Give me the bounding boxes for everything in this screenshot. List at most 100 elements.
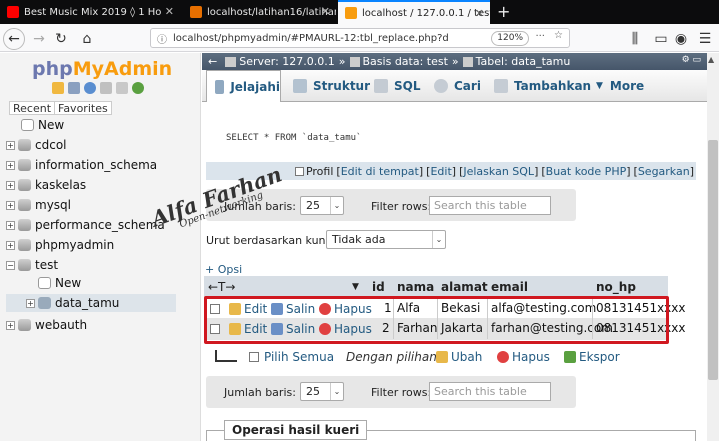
- tree-item-kaskelas[interactable]: + kaskelas: [6, 176, 200, 194]
- sort-arrow-icon[interactable]: ▼: [352, 276, 359, 297]
- phpmyadmin-icon: [345, 7, 357, 19]
- close-tab-icon[interactable]: ✕: [475, 7, 484, 20]
- account-icon[interactable]: ◉: [670, 28, 692, 50]
- tree-item-test[interactable]: − test: [6, 256, 200, 274]
- breadcrumb-separator: »: [338, 55, 346, 68]
- tab-search[interactable]: Cari: [428, 70, 481, 102]
- filter-rows-input[interactable]: Search this table: [429, 382, 551, 401]
- column-header-email[interactable]: email: [491, 276, 528, 297]
- home-icon[interactable]: [52, 82, 64, 94]
- profile-checkbox[interactable]: [294, 166, 304, 176]
- edit-link[interactable]: Edit: [430, 165, 451, 178]
- tree-item-webauth[interactable]: + webauth: [6, 316, 200, 334]
- exit-icon[interactable]: [68, 82, 80, 94]
- select-all-checkbox[interactable]: [249, 352, 259, 362]
- database-icon: [18, 179, 31, 191]
- tab-sql[interactable]: SQL: [368, 70, 421, 102]
- menu-icon[interactable]: ☰: [694, 28, 716, 50]
- database-icon: [349, 56, 360, 67]
- browser-tab-phpmyadmin[interactable]: localhost / 127.0.0.1 / test / dat ✕: [338, 0, 490, 24]
- zoom-level[interactable]: 120%: [491, 31, 529, 46]
- collapse-arrow-icon[interactable]: ←: [208, 55, 217, 68]
- sql-query-box: SELECT * FROM `data_tamu`: [206, 112, 696, 158]
- breadcrumb-separator: »: [451, 55, 459, 68]
- sql-icon: [374, 79, 388, 93]
- with-selected-label: Dengan pilihan:: [346, 350, 441, 364]
- reload-nav-icon[interactable]: [132, 82, 144, 94]
- settings-icon[interactable]: [116, 82, 128, 94]
- scrollbar-thumb[interactable]: [708, 140, 718, 380]
- expand-icon[interactable]: +: [6, 200, 15, 210]
- bulk-change-button[interactable]: Ubah: [436, 350, 482, 364]
- breadcrumb-server[interactable]: Server: 127.0.0.1: [239, 55, 335, 68]
- inline-edit-link[interactable]: Edit di tempat: [341, 165, 419, 178]
- tree-item-test-new[interactable]: New: [6, 274, 200, 292]
- bulk-export-button[interactable]: Ekspor: [564, 350, 620, 364]
- close-tab-icon[interactable]: ✕: [165, 5, 174, 18]
- tree-item-cdcol[interactable]: + cdcol: [6, 136, 200, 154]
- tree-item-phpmyadmin[interactable]: + phpmyadmin: [6, 236, 200, 254]
- breadcrumb-table[interactable]: Tabel: data_tamu: [476, 55, 571, 68]
- explain-sql-link[interactable]: Jelaskan SQL: [463, 165, 534, 178]
- database-icon: [18, 159, 31, 171]
- options-link[interactable]: + Opsi: [205, 263, 242, 276]
- rows-select[interactable]: 25 ⌄: [300, 382, 344, 401]
- tree-item-information-schema[interactable]: + information_schema: [6, 156, 200, 174]
- chevron-down-icon: ⌄: [330, 383, 343, 400]
- tree-item-new[interactable]: New: [6, 116, 200, 134]
- column-arrows[interactable]: ←T→: [208, 276, 235, 297]
- tree-item-data-tamu[interactable]: + data_tamu: [6, 294, 176, 312]
- column-header-id[interactable]: id: [372, 276, 385, 297]
- sort-select[interactable]: Tidak ada ⌄: [326, 230, 446, 249]
- breadcrumb-database[interactable]: Basis data: test: [363, 55, 448, 68]
- docs-icon[interactable]: [100, 82, 112, 94]
- page-icon: [190, 6, 202, 18]
- phpmyadmin-logo[interactable]: phpMyAdmin: [32, 58, 172, 80]
- rows-label: Jumlah baris:: [224, 386, 296, 399]
- url-bar[interactable]: ⓘ localhost/phpmyadmin/#PMAURL-12:tbl_re…: [150, 28, 570, 48]
- favorites-tab[interactable]: Favorites: [54, 101, 112, 115]
- create-php-code-link[interactable]: Buat kode PHP: [546, 165, 627, 178]
- forward-button[interactable]: →: [28, 28, 50, 50]
- tab-insert[interactable]: Tambahkan: [488, 70, 591, 102]
- tab-structure[interactable]: Struktur: [287, 70, 370, 102]
- collapse-icon[interactable]: −: [6, 260, 15, 270]
- window-controls-icon[interactable]: ⚙ ▭: [682, 55, 701, 65]
- sidebar-toggle-icon[interactable]: ▭: [650, 28, 672, 50]
- database-icon: [18, 239, 31, 251]
- reload-button[interactable]: ↻: [50, 28, 72, 50]
- column-header-nama[interactable]: nama: [397, 276, 434, 297]
- expand-icon[interactable]: +: [6, 160, 15, 170]
- refresh-link[interactable]: Segarkan: [638, 165, 690, 178]
- bookmark-star-icon[interactable]: ☆: [554, 30, 563, 41]
- tab-browse[interactable]: Jelajahi: [206, 70, 281, 102]
- breadcrumb: ← Server: 127.0.0.1 » Basis data: test »…: [202, 53, 707, 70]
- back-button[interactable]: ←: [3, 28, 25, 50]
- recent-tab[interactable]: Recent: [9, 101, 56, 115]
- expand-icon[interactable]: +: [6, 320, 15, 330]
- expand-icon[interactable]: +: [6, 180, 15, 190]
- filter-rows-label: Filter rows:: [371, 386, 432, 399]
- column-header-alamat[interactable]: alamat: [441, 276, 488, 297]
- browser-tab-music[interactable]: Best Music Mix 2019 ◊ 1 Ho ✕: [0, 0, 180, 24]
- new-tab-button[interactable]: +: [497, 2, 510, 21]
- expand-icon[interactable]: +: [26, 298, 35, 308]
- more-actions-icon[interactable]: ···: [535, 31, 545, 42]
- rows-select[interactable]: 25 ⌄: [300, 196, 344, 215]
- tab-title: Best Music Mix 2019 ◊ 1 Ho: [24, 6, 162, 18]
- filter-rows-input[interactable]: Search this table: [429, 196, 551, 215]
- expand-icon[interactable]: +: [6, 140, 15, 150]
- scroll-up-icon[interactable]: ▲: [708, 55, 714, 64]
- close-tab-icon[interactable]: ✕: [321, 5, 330, 18]
- browser-tab-latihan[interactable]: localhost/latihan16/latihan16.1 ✕: [183, 0, 336, 24]
- column-header-no-hp[interactable]: no_hp: [596, 276, 636, 297]
- expand-icon[interactable]: +: [6, 240, 15, 250]
- library-icon[interactable]: ⫼: [624, 28, 646, 50]
- home-button[interactable]: ⌂: [76, 28, 98, 50]
- sql-query-text[interactable]: SELECT * FROM `data_tamu`: [226, 133, 361, 143]
- bulk-delete-button[interactable]: Hapus: [497, 350, 550, 364]
- help-icon[interactable]: [84, 82, 96, 94]
- select-all-label[interactable]: Pilih Semua: [264, 350, 334, 364]
- expand-icon[interactable]: +: [6, 220, 15, 230]
- tab-more[interactable]: ▼ More: [590, 70, 644, 102]
